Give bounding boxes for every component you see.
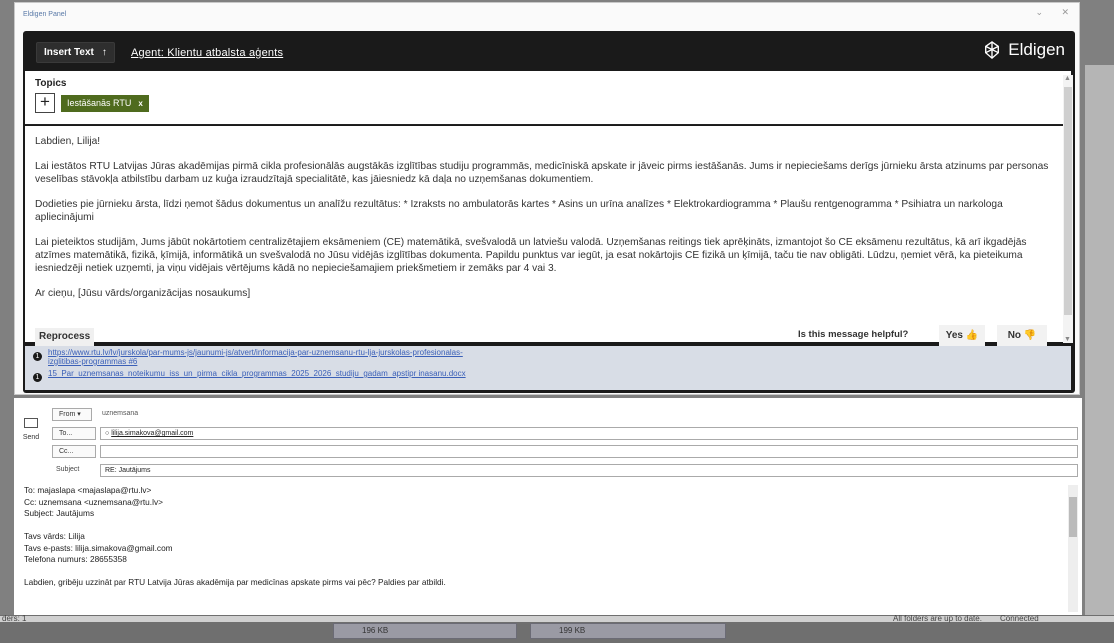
- status-sync: All folders are up to date.: [893, 614, 982, 623]
- message-paragraph-2: Dodieties pie jūrnieku ārsta, līdzi ņemo…: [35, 199, 1003, 223]
- subject-label: Subject: [56, 466, 80, 473]
- from-value: uznemsana: [102, 410, 139, 417]
- mail-line: To: majaslapa <majaslapa@rtu.lv>: [24, 485, 152, 495]
- subject-field[interactable]: RE: Jautājums: [100, 464, 1078, 477]
- mail-scroll-thumb[interactable]: [1069, 497, 1077, 537]
- source-link[interactable]: 15_Par_uznemsanas_noteikumu_iss_un_pirma…: [48, 369, 488, 378]
- mail-line: [24, 566, 1072, 578]
- chevron-down-icon[interactable]: ⌄: [1035, 7, 1043, 18]
- mail-line: Tavs vārds: Lilija: [24, 531, 85, 541]
- scroll-up-icon[interactable]: ▲: [1064, 75, 1071, 82]
- cc-button[interactable]: Cc...: [52, 445, 96, 458]
- agent-name: Klientu atbalsta aģents: [167, 47, 284, 59]
- yes-button[interactable]: Yes 👍: [939, 325, 985, 347]
- eldigen-panel: Eldigen Panel ⌄ ✕ Insert Text ↑ Agent: K…: [14, 2, 1080, 395]
- no-button[interactable]: No 👎: [997, 325, 1047, 347]
- send-button[interactable]: Send: [18, 414, 44, 454]
- arrow-up-icon: ↑: [101, 47, 107, 58]
- status-connection: Connected: [1000, 614, 1039, 623]
- add-topic-button[interactable]: +: [35, 93, 55, 113]
- eldigen-logo: Eldigen: [983, 40, 1065, 60]
- message-scrollbar[interactable]: ▲ ▼: [1063, 75, 1073, 343]
- source-item[interactable]: 1 https://www.rtu.lv/lv/jurskola/par-mum…: [33, 348, 488, 366]
- helpful-question: Is this message helpful?: [798, 329, 909, 340]
- to-field[interactable]: ○ lilija.simakova@gmail.com: [100, 427, 1078, 440]
- yes-label: Yes: [945, 330, 963, 341]
- assistant-toolbar: Insert Text ↑ Agent: Klientu atbalsta aģ…: [23, 31, 1075, 71]
- mail-line: Cc: uznemsana <uznemsana@rtu.lv>: [24, 496, 163, 507]
- agent-prefix: Agent:: [131, 47, 165, 59]
- source-link[interactable]: https://www.rtu.lv/lv/jurskola/par-mums-…: [48, 348, 488, 366]
- original-mail-body[interactable]: To: majaslapa <majaslapa@rtu.lv> Cc: uzn…: [14, 485, 1082, 615]
- sources-list: 1 https://www.rtu.lv/lv/jurskola/par-mum…: [25, 346, 1071, 390]
- mail-line: Subject: Jautājums: [24, 508, 95, 518]
- mail-line: Labdien, gribēju uzzināt par RTU Latvija…: [24, 577, 446, 587]
- compose-header: Send From ▾ uznemsana To... ○ lilija.sim…: [14, 398, 1082, 485]
- from-button[interactable]: From ▾: [52, 408, 92, 421]
- reprocess-button[interactable]: Reprocess: [35, 328, 95, 346]
- source-item[interactable]: 1 15_Par_uznemsanas_noteikumu_iss_un_pir…: [33, 369, 488, 382]
- topic-tag-label: Iestāšanās RTU: [67, 98, 132, 108]
- mail-line: Telefona numurs: 28655358: [24, 554, 127, 564]
- background-window-edge: [1085, 65, 1114, 625]
- source-number-icon: 1: [33, 373, 42, 382]
- insert-text-button[interactable]: Insert Text ↑: [36, 42, 115, 63]
- brand-name: Eldigen: [1008, 40, 1065, 59]
- mail-line: Tavs e-pasts: lilija.simakova@gmail.com: [24, 542, 173, 553]
- thumbs-down-icon: 👎: [1023, 330, 1037, 341]
- generated-message: Labdien, Lilija! Lai iestātos RTU Latvij…: [25, 126, 1071, 342]
- status-folders: ders: 1: [2, 614, 27, 623]
- message-paragraph-3: Lai pieteiktos studijām, Jums jābūt nokā…: [35, 237, 1027, 274]
- thumbs-up-icon: 👍: [965, 330, 979, 341]
- assistant-frame: Insert Text ↑ Agent: Klientu atbalsta aģ…: [23, 31, 1075, 393]
- agent-selector-link[interactable]: Agent: Klientu atbalsta aģents: [131, 47, 283, 59]
- remove-tag-icon[interactable]: x: [138, 95, 142, 112]
- to-recipient: lilija.simakova@gmail.com: [111, 430, 194, 437]
- source-number-icon: 1: [33, 352, 42, 361]
- topic-tag[interactable]: Iestāšanās RTU x: [61, 95, 149, 112]
- attachment-2[interactable]: 199 KB: [530, 623, 726, 639]
- mail-scrollbar[interactable]: [1068, 485, 1078, 612]
- attachment-2-size: 199 KB: [559, 626, 586, 635]
- panel-title: Eldigen Panel: [23, 11, 67, 18]
- send-icon: [24, 418, 38, 428]
- close-icon[interactable]: ✕: [1061, 7, 1069, 18]
- scroll-thumb[interactable]: [1064, 87, 1072, 315]
- insert-text-label: Insert Text: [44, 47, 94, 58]
- attachment-1-size: 196 KB: [362, 626, 389, 635]
- cc-field[interactable]: [100, 445, 1078, 458]
- topics-heading: Topics: [35, 78, 67, 89]
- topics-section: Topics + Iestāšanās RTU x: [25, 71, 1071, 125]
- send-label: Send: [22, 434, 40, 441]
- leaf-logo-icon: [985, 41, 1000, 59]
- no-label: No: [1007, 330, 1022, 341]
- mail-line: [24, 520, 1072, 532]
- to-button[interactable]: To...: [52, 427, 96, 440]
- attachment-1[interactable]: 196 KB: [333, 623, 517, 639]
- message-paragraph-1: Lai iestātos RTU Latvijas Jūras akadēmij…: [35, 161, 1049, 185]
- message-closing: Ar cieņu, [Jūsu vārds/organizācijas nosa…: [35, 288, 251, 299]
- message-greeting: Labdien, Lilija!: [35, 136, 101, 147]
- scroll-down-icon[interactable]: ▼: [1064, 336, 1071, 343]
